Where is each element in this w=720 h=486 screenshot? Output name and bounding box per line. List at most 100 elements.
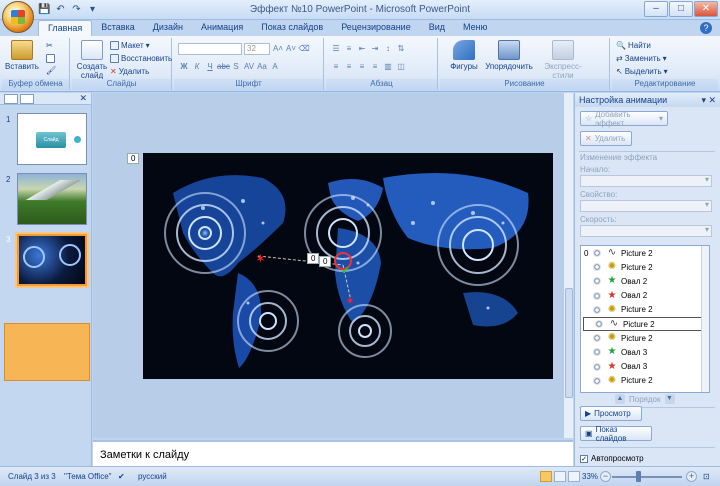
format-painter-button[interactable]: 🖌	[46, 66, 56, 75]
font-color-icon[interactable]: A	[269, 61, 281, 73]
animation-order-badge[interactable]: 0	[319, 256, 332, 267]
move-down-icon[interactable]: ▼	[664, 394, 675, 404]
maximize-button[interactable]: □	[669, 1, 693, 17]
remove-effect-button[interactable]: ✕ Удалить	[580, 131, 632, 146]
columns-icon[interactable]: ▥	[382, 61, 394, 73]
increase-indent-icon[interactable]: ⇥	[369, 43, 381, 55]
fit-to-window-icon[interactable]: ⊡	[703, 472, 710, 481]
strike-icon[interactable]: abc	[217, 61, 230, 73]
animation-list-item[interactable]: ★ Овал 2	[581, 274, 709, 288]
tab-insert[interactable]: Вставка	[92, 20, 143, 36]
animation-list-item[interactable]: 0 ∿ Picture 2	[581, 246, 709, 260]
notes-pane[interactable]: Заметки к слайду	[93, 440, 573, 466]
arrange-button[interactable]: Упорядочить	[484, 40, 534, 71]
underline-icon[interactable]: Ч	[204, 61, 216, 73]
language-indicator[interactable]: русский	[138, 472, 167, 481]
animation-list-item[interactable]: ✺ Picture 2	[581, 331, 709, 345]
start-combo[interactable]	[580, 175, 712, 187]
animation-list-item[interactable]: ★ Овал 2	[581, 289, 709, 303]
tab-design[interactable]: Дизайн	[144, 20, 192, 36]
slide-vertical-scrollbar[interactable]	[563, 93, 573, 438]
animation-order-badge[interactable]: 0	[127, 153, 140, 164]
animation-list-item[interactable]: ★ Овал 3	[581, 345, 709, 359]
case-icon[interactable]: Aa	[256, 61, 268, 73]
restore-button[interactable]: Восстановить	[110, 54, 172, 63]
align-center-icon[interactable]: ≡	[343, 61, 355, 73]
minimize-button[interactable]: –	[644, 1, 668, 17]
decrease-indent-icon[interactable]: ⇤	[356, 43, 368, 55]
smartart-icon[interactable]: ◫	[395, 61, 407, 73]
tab-menu[interactable]: Меню	[454, 20, 496, 36]
zoom-slider-knob[interactable]	[636, 471, 641, 482]
outline-tab-icon[interactable]	[20, 94, 34, 104]
slide-canvas[interactable]: ✶ ✔ ✶	[143, 153, 553, 379]
numbering-icon[interactable]: ≡	[343, 43, 355, 55]
justify-icon[interactable]: ≡	[369, 61, 381, 73]
spellcheck-icon[interactable]: ✔	[118, 472, 125, 481]
shadow-icon[interactable]: S	[230, 61, 242, 73]
replace-button[interactable]: ⇄ Заменить ▾	[616, 54, 667, 63]
italic-icon[interactable]: К	[191, 61, 203, 73]
slide-thumbnail-1[interactable]: Слайд	[17, 113, 87, 165]
scrollbar-thumb[interactable]	[565, 288, 573, 398]
preview-button[interactable]: ▶ Просмотр	[580, 406, 642, 421]
align-left-icon[interactable]: ≡	[330, 61, 342, 73]
font-name-combo[interactable]	[178, 43, 242, 55]
copy-button[interactable]	[46, 54, 55, 63]
font-size-combo[interactable]: 32	[244, 43, 270, 55]
close-panel-icon[interactable]: ✕	[79, 93, 87, 104]
quick-styles-button[interactable]: Экспресс-стили	[536, 40, 590, 80]
tab-slideshow[interactable]: Показ слайдов	[252, 20, 332, 36]
slide-sorter-view-button[interactable]	[554, 471, 566, 482]
layout-button[interactable]: Макет ▾	[110, 41, 150, 50]
property-combo[interactable]	[580, 200, 712, 212]
spacing-icon[interactable]: AV	[243, 61, 255, 73]
animation-list-item[interactable]: ∿ Picture 2	[583, 316, 707, 332]
speed-combo[interactable]	[580, 225, 712, 237]
zoom-level[interactable]: 33%	[582, 472, 598, 481]
find-button[interactable]: 🔍 Найти	[616, 41, 651, 50]
slide-thumbnail-2[interactable]	[17, 173, 88, 225]
animation-list-item[interactable]: ✺ Picture 2	[581, 260, 709, 274]
slide-thumbnail-3[interactable]	[17, 234, 87, 286]
normal-view-button[interactable]	[540, 471, 552, 482]
reading-view-button[interactable]	[568, 471, 580, 482]
task-pane-close-icon[interactable]: ✕	[708, 95, 716, 106]
autopreview-checkbox[interactable]: ✓	[580, 454, 588, 463]
bold-icon[interactable]: Ж	[178, 61, 190, 73]
select-button[interactable]: ↖ Выделить ▾	[616, 67, 668, 76]
close-button[interactable]: ✕	[694, 1, 718, 17]
grow-font-icon[interactable]: A˄	[272, 43, 284, 55]
slideshow-button[interactable]: ▣ Показ слайдов	[580, 425, 652, 443]
clear-format-icon[interactable]: ⌫	[298, 43, 310, 55]
new-slide-button[interactable]: Создать слайд	[74, 40, 110, 80]
text-direction-icon[interactable]: ⇅	[395, 43, 407, 55]
help-icon[interactable]: ?	[700, 22, 712, 34]
align-right-icon[interactable]: ≡	[356, 61, 368, 73]
animation-list-item[interactable]: ✺ Picture 2	[581, 303, 709, 317]
cut-button[interactable]: ✂	[46, 41, 53, 50]
slides-tab-icon[interactable]	[4, 94, 18, 104]
line-spacing-icon[interactable]: ↕	[382, 43, 394, 55]
theme-name[interactable]: "Тема Office"	[64, 472, 112, 481]
tab-home[interactable]: Главная	[38, 20, 93, 36]
tab-review[interactable]: Рецензирование	[332, 20, 420, 36]
task-pane-menu-icon[interactable]: ▾	[701, 95, 706, 106]
zoom-in-icon[interactable]: +	[686, 471, 697, 482]
animation-list-item[interactable]: ★ Овал 3	[581, 360, 709, 374]
move-up-icon[interactable]: ▲	[615, 394, 625, 404]
paste-button[interactable]: Вставить	[4, 40, 40, 71]
animation-order-badge[interactable]: 0	[307, 253, 320, 264]
animation-list-scrollbar[interactable]	[701, 246, 709, 392]
animation-list-item[interactable]: ✺ Picture 2	[581, 374, 709, 388]
office-button[interactable]	[2, 1, 34, 33]
add-effect-button[interactable]: ☆ Добавить эффект ▾	[580, 110, 668, 128]
zoom-out-icon[interactable]: −	[600, 471, 611, 482]
delete-slide-button[interactable]: ✕ Удалить	[110, 67, 149, 76]
shapes-button[interactable]: Фигуры	[444, 40, 484, 71]
tab-animation[interactable]: Анимация	[192, 20, 252, 36]
autopreview-option[interactable]: ✓ Автопросмотр	[580, 454, 644, 463]
bullets-icon[interactable]: ☰	[330, 43, 342, 55]
shrink-font-icon[interactable]: A˅	[285, 43, 297, 55]
zoom-slider-track[interactable]	[612, 476, 682, 478]
